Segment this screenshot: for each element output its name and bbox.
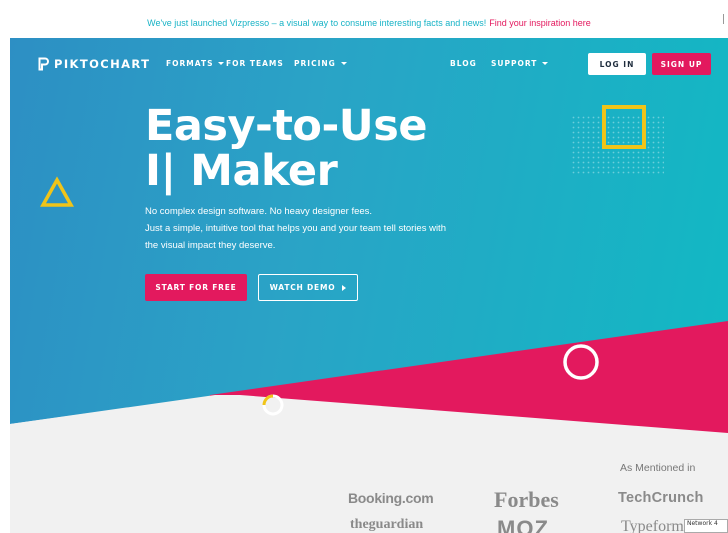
- announcement-message: We've just launched Vizpresso – a visual…: [147, 18, 487, 28]
- watch-demo-button[interactable]: WATCH DEMO: [258, 274, 358, 301]
- square-icon: [602, 105, 646, 149]
- caret-down-icon: [218, 61, 225, 65]
- play-arrow-icon: [342, 284, 347, 291]
- caret-down-icon: [340, 61, 347, 65]
- nav-formats[interactable]: FORMATS: [166, 59, 225, 68]
- piktochart-logo-icon: [38, 57, 49, 71]
- booking-logo: Booking.com: [348, 490, 434, 506]
- network-tooltip: Network 4: [684, 519, 728, 533]
- forbes-logo: Forbes: [494, 487, 559, 512]
- techcrunch-logo: TechCrunch: [618, 490, 704, 506]
- hero-headline: Easy-to-Use I| Maker: [145, 104, 427, 194]
- announcement-bar: We've just launched Vizpresso – a visual…: [10, 8, 728, 38]
- scrollbar-mark: [723, 14, 724, 24]
- hero-subtext: No complex design software. No heavy des…: [145, 203, 485, 254]
- hero-bottom-edge: [10, 395, 728, 435]
- nav-formats-label: FORMATS: [166, 59, 214, 68]
- nav-support-label: SUPPORT: [491, 59, 538, 68]
- top-nav: PIKTOCHART FORMATS FOR TEAMS PRICING BLO…: [10, 38, 728, 90]
- hero-headline-line1: Easy-to-Use: [145, 101, 427, 151]
- start-for-free-button[interactable]: START FOR FREE: [145, 274, 247, 301]
- brand-name: PIKTOCHART: [54, 57, 151, 71]
- triangle-icon: [40, 176, 74, 207]
- circle-icon: [563, 344, 599, 380]
- small-circle-icon: [262, 394, 284, 416]
- guardian-logo: theguardian: [350, 517, 424, 532]
- hero-sub-line2: Just a simple, intuitive tool that helps…: [145, 223, 446, 234]
- nav-for-teams[interactable]: FOR TEAMS: [226, 59, 284, 68]
- nav-pricing-label: PRICING: [294, 59, 336, 68]
- brand-logo[interactable]: PIKTOCHART: [38, 57, 150, 71]
- as-mentioned-heading: As Mentioned in: [620, 462, 696, 474]
- hero-sub-line1: No complex design software. No heavy des…: [145, 206, 373, 217]
- signup-button[interactable]: SIGN UP: [652, 53, 711, 75]
- typeform-logo: Typeform: [621, 518, 684, 533]
- nav-blog[interactable]: BLOG: [450, 59, 477, 68]
- moz-logo: MOZ: [497, 516, 549, 533]
- nav-pricing[interactable]: PRICING: [294, 59, 347, 68]
- watch-demo-label: WATCH DEMO: [269, 283, 336, 292]
- hero-headline-line2: I| Maker: [145, 146, 338, 196]
- nav-support[interactable]: SUPPORT: [491, 59, 549, 68]
- announcement-link[interactable]: Find your inspiration here: [489, 18, 591, 28]
- hero-sub-line3: the visual impact they deserve.: [145, 240, 276, 251]
- page: We've just launched Vizpresso – a visual…: [0, 0, 728, 533]
- caret-down-icon: [542, 61, 549, 65]
- login-button[interactable]: LOG IN: [588, 53, 646, 75]
